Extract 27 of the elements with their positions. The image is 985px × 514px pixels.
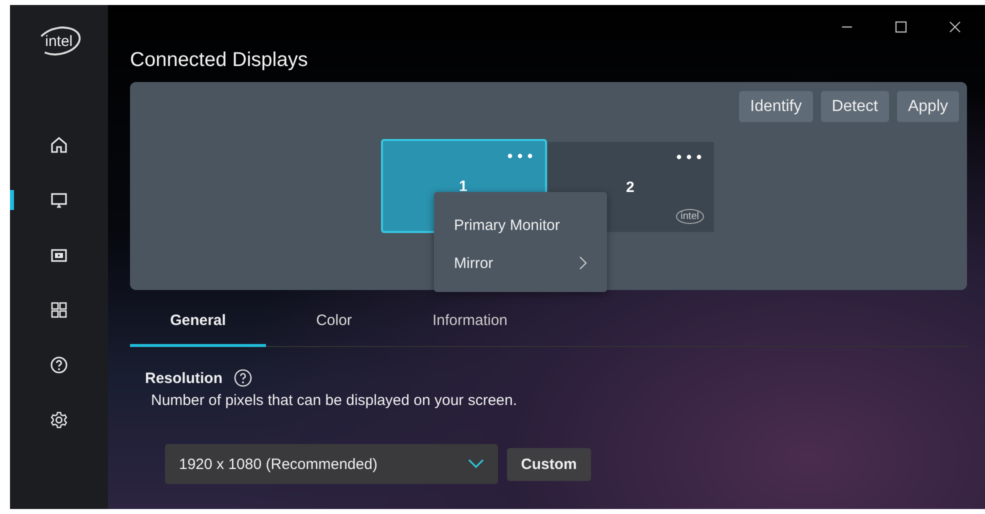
page-title: Connected Displays [130, 49, 308, 73]
monitor-number: 2 [626, 179, 634, 196]
chevron-down-icon [468, 459, 484, 469]
chevron-right-icon [579, 256, 587, 270]
tab[interactable]: Color [266, 300, 402, 347]
close-icon[interactable] [949, 21, 961, 33]
monitor-icon [49, 190, 69, 210]
action-button[interactable]: Apply [896, 91, 959, 122]
maximize-icon[interactable] [895, 21, 907, 33]
action-button[interactable]: Detect [820, 91, 889, 122]
settings-icon [49, 410, 69, 430]
help-icon[interactable] [232, 368, 252, 388]
resolution-dropdown[interactable]: 1920 x 1080 (Recommended) [165, 444, 498, 484]
resolution-description: Number of pixels that can be displayed on your screen. [150, 392, 518, 409]
tab[interactable]: Information [402, 300, 538, 347]
intel-logo: intel [676, 209, 704, 224]
menu-item[interactable]: Mirror [434, 244, 607, 282]
grid-icon [49, 300, 69, 320]
custom-button[interactable]: Custom [507, 448, 591, 480]
action-button[interactable]: Identify [739, 91, 813, 122]
monitor-number: 1 [459, 178, 468, 195]
menu-item-label: Mirror [454, 254, 494, 272]
home-icon [49, 135, 69, 155]
help-icon [49, 355, 69, 375]
more-icon[interactable] [676, 154, 702, 160]
tab[interactable]: General [130, 300, 266, 347]
resolution-heading: Resolution [145, 370, 222, 386]
